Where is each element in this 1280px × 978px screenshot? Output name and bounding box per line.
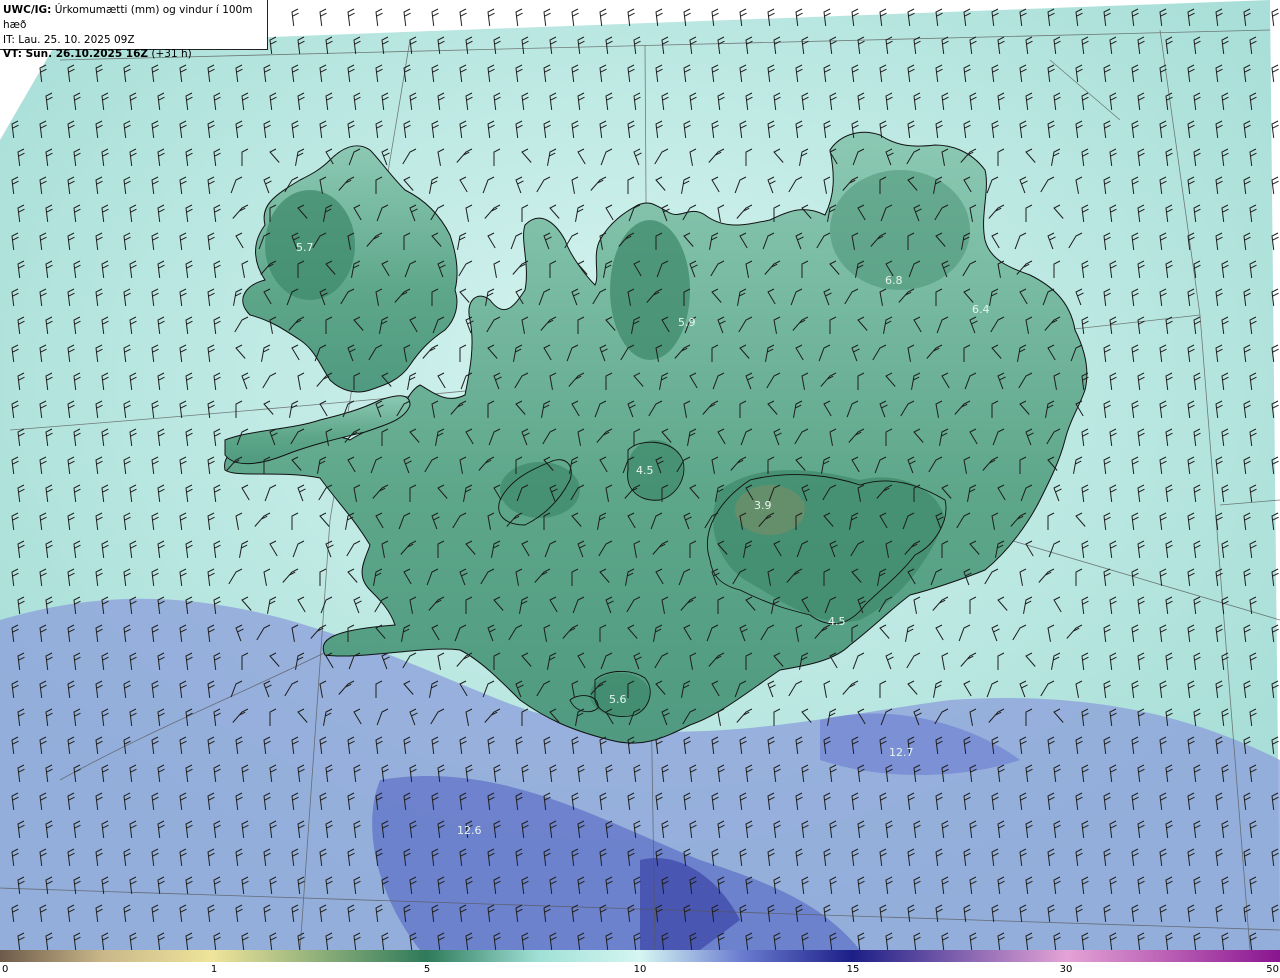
forecast-step: (+31 h)	[151, 48, 192, 60]
map-label: 5.9	[678, 316, 696, 329]
map-label: 3.9	[754, 499, 772, 512]
colorbar-tick: 1	[210, 964, 218, 975]
colorbar-tick: 30	[1059, 964, 1073, 975]
title-line: UWC/IG: Úrkomumætti (mm) og vindur í 100…	[3, 3, 267, 33]
map-label: 6.8	[885, 274, 903, 287]
valid-time: VT: Sun. 26.10.2025 16Z	[3, 48, 149, 60]
colorbar-tick: 50	[1266, 964, 1279, 975]
colorbar-gradient	[0, 950, 1280, 962]
colorbar-tick: 10	[633, 964, 647, 975]
init-time: IT: Lau. 25. 10. 2025 09Z	[3, 34, 135, 46]
map-label: 4.5	[828, 615, 846, 628]
colorbar: 0 1 5 10 15 30 50	[0, 950, 1280, 978]
map-label: 5.6	[609, 693, 627, 706]
map-label: 5.7	[296, 241, 314, 254]
colorbar-tick: 15	[846, 964, 860, 975]
model-tag: UWC/IG:	[3, 4, 52, 16]
map-label: 12.7	[889, 746, 914, 759]
info-box: UWC/IG: Úrkomumætti (mm) og vindur í 100…	[0, 0, 268, 60]
map-label: 12.6	[457, 824, 482, 837]
colorbar-tick: 0	[2, 964, 9, 975]
valid-time-line: VT: Sun. 26.10.2025 16Z (+31 h)	[3, 47, 267, 61]
map-label: 6.4	[972, 303, 990, 316]
map-label: 4.5	[636, 464, 654, 477]
map-canvas: 5.7 5.9 6.8 6.4 4.5 3.9 4.5 5.6 12.7 12.…	[0, 0, 1280, 950]
colorbar-tick: 5	[423, 964, 431, 975]
